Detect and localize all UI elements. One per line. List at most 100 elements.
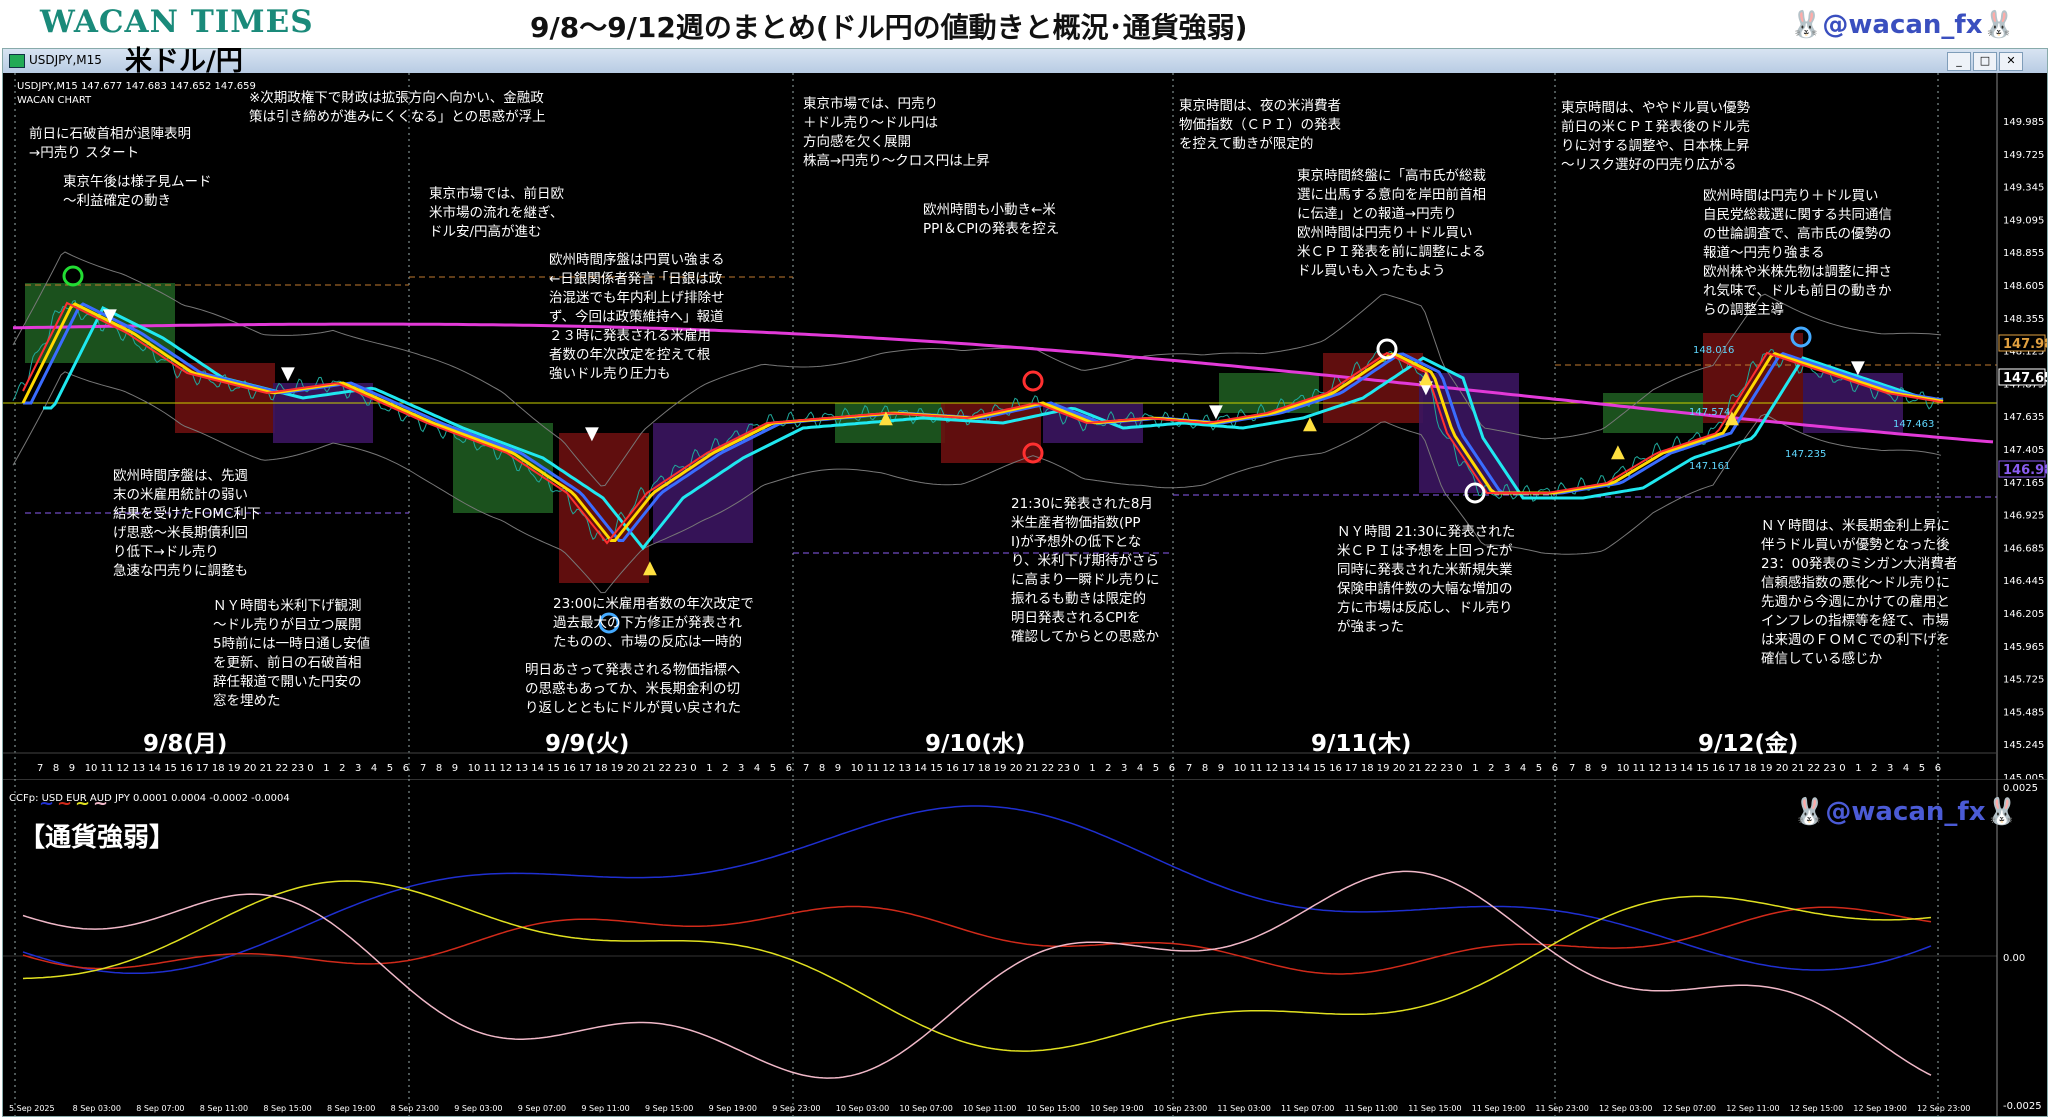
hour-tick: 19 (994, 763, 1007, 774)
hour-tick: 21 (1409, 763, 1422, 774)
hour-tick: 5 (1153, 763, 1159, 774)
hour-tick: 9 (452, 763, 458, 774)
hour-tick: 17 (1728, 763, 1741, 774)
restore-button[interactable]: □ (1973, 52, 1997, 71)
osc-axis-label: 0.00 (2003, 953, 2025, 964)
hour-tick: 2 (1871, 763, 1877, 774)
day-label-fri: 9/12(金) (1698, 731, 1799, 757)
time-axis-label: 12 Sep 19:00 (1853, 1104, 1906, 1113)
currency-strength-chart[interactable]: 0.0025 0.00 -0.0025 5 Sep 2025 8 Sep 03:00 8… (3, 779, 2047, 1116)
hour-tick: 2 (1105, 763, 1111, 774)
hour-tick: 6 (403, 763, 409, 774)
hour-tick: 19 (1760, 763, 1773, 774)
hour-tick: 22 (1042, 763, 1055, 774)
hour-tick: 20 (1393, 763, 1406, 774)
window-titlebar[interactable]: USDJPY,M15 米ドル/円 _ □ ✕ (3, 48, 2047, 75)
hour-tick: 7 (37, 763, 43, 774)
symbol-info: USDJPY,M15 147.677 147.683 147.652 147.6… (17, 81, 256, 92)
minimize-button[interactable]: _ (1947, 52, 1971, 71)
hour-tick: 4 (754, 763, 760, 774)
annotation: ※次期政権下で財政は拡張方向へ向かい、金融政 策は引き締めが進みにくくなる」との… (249, 90, 546, 125)
hour-tick: 21 (260, 763, 273, 774)
time-axis-label: 10 Sep 07:00 (899, 1104, 952, 1113)
annotation: 東京市場では、円売り ＋ドル売り～ドル円は 方向感を欠く展開 株高→円売り～クロ… (803, 96, 990, 169)
time-axis-label: 8 Sep 03:00 (73, 1104, 121, 1113)
annotation: 明日あさって発表される物価指標へ の思惑もあってか、米長期金利の切 り返しととも… (525, 662, 741, 716)
hour-tick: 22 (1425, 763, 1438, 774)
price-marker-label: 146.98 (2003, 463, 2047, 478)
hour-tick: 20 (1776, 763, 1789, 774)
hour-tick: 13 (132, 763, 145, 774)
time-axis-label: 11 Sep 15:00 (1408, 1104, 1461, 1113)
indicator-label: WACAN CHART (17, 95, 92, 106)
hour-tick: 7 (420, 763, 426, 774)
time-axis-label: 10 Sep 23:00 (1154, 1104, 1207, 1113)
time-axis-label: 10 Sep 11:00 (963, 1104, 1016, 1113)
annotation: 東京市場では、前日欧 米市場の流れを継ぎ、 ドル安/円高が進む (429, 186, 564, 240)
time-axis-label: 10 Sep 19:00 (1090, 1104, 1143, 1113)
hour-tick: 8 (1585, 763, 1591, 774)
hour-tick: 17 (579, 763, 592, 774)
hour-tick: 8 (53, 763, 59, 774)
hour-tick: 9 (69, 763, 75, 774)
hour-tick: 1 (1855, 763, 1861, 774)
annotation: 東京時間は、ややドル買い優勢 前日の米ＣＰＩ発表後のドル売 りに対する調整や、日… (1561, 100, 1750, 173)
time-axis-label: 11 Sep 23:00 (1535, 1104, 1588, 1113)
close-button[interactable]: ✕ (1999, 52, 2023, 71)
price-axis-label: 146.445 (2003, 576, 2044, 587)
buy-arrow-icon: ▲ (879, 407, 893, 428)
hour-tick: 16 (563, 763, 576, 774)
hour-tick: 11 (1633, 763, 1646, 774)
hour-tick: 8 (436, 763, 442, 774)
price-marker-label: 147.659 (2003, 371, 2047, 386)
time-axis-label: 12 Sep 11:00 (1726, 1104, 1779, 1113)
price-marker-label: 147.98 (2003, 337, 2047, 352)
hour-tick: 4 (371, 763, 377, 774)
price-axis-label: 145.965 (2003, 642, 2044, 653)
hour-tick: 15 (547, 763, 560, 774)
hour-tick: 14 (531, 763, 544, 774)
sell-arrow-icon: ▼ (103, 305, 117, 326)
price-tag: 148.016 (1693, 345, 1735, 356)
time-axis-label: 5 Sep 2025 (9, 1104, 55, 1113)
hour-tick: 8 (819, 763, 825, 774)
sell-arrow-icon: ▼ (585, 423, 599, 444)
hour-tick: 10 (85, 763, 98, 774)
hour-tick: 4 (1137, 763, 1143, 774)
hour-tick: 16 (1329, 763, 1342, 774)
price-axis-label: 145.485 (2003, 707, 2044, 718)
hour-tick: 5 (770, 763, 776, 774)
time-axis-label: 8 Sep 07:00 (136, 1104, 184, 1113)
hour-tick: 16 (946, 763, 959, 774)
chart-window: USDJPY,M15 米ドル/円 _ □ ✕ ▼ ▼ ▼ ▼ ▼ ▼ ▲ ▲ ▲ ▲ ▲ ▲ 149.… (2, 48, 2048, 1117)
time-axis-label: 8 Sep 15:00 (263, 1104, 311, 1113)
hour-tick: 11 (1250, 763, 1263, 774)
hour-tick: 14 (1680, 763, 1693, 774)
annotation: 欧州時間序盤は、先週 末の米雇用統計の弱い 結果を受けたFOMC利下 げ思惑～米… (113, 468, 261, 579)
hour-tick: 3 (355, 763, 361, 774)
annotation: 欧州時間も小動き←米 PPI＆CPIの発表を控え (923, 202, 1060, 237)
hour-tick: 14 (914, 763, 927, 774)
hour-tick: 7 (1186, 763, 1192, 774)
hour-tick: 6 (786, 763, 792, 774)
hour-tick: 10 (468, 763, 481, 774)
hour-tick: 20 (1010, 763, 1023, 774)
hour-tick: 1 (323, 763, 329, 774)
buy-arrow-icon: ▲ (1303, 413, 1317, 434)
hour-tick: 15 (164, 763, 177, 774)
price-tag: 147.463 (1893, 419, 1935, 430)
annotation: 東京時間は、夜の米消費者 物価指数（ＣＰＩ）の発表 を控えて動きが限定的 (1179, 98, 1341, 152)
price-axis-label: 147.165 (2003, 478, 2044, 489)
price-axis-label: 145.725 (2003, 675, 2044, 686)
session-box (1219, 373, 1319, 413)
day-label-mon: 9/8(月) (143, 731, 228, 757)
annotation: ＮＹ時間は、米長期金利上昇に 伴うドル買いが優勢となった後 23：00発表のミシ… (1761, 518, 1958, 667)
window-title: USDJPY,M15 (29, 53, 102, 67)
hour-tick: 14 (148, 763, 161, 774)
hour-tick: 20 (627, 763, 640, 774)
annotation: 前日に石破首相が退陣表明 →円売り スタート (29, 126, 191, 161)
chart-window-icon (9, 54, 25, 68)
annotation: 23:00に米雇用者数の年次改定で 過去最大の下方修正が発表され たものの、市場… (553, 596, 754, 650)
time-axis-label: 8 Sep 11:00 (200, 1104, 248, 1113)
hour-tick: 16 (1712, 763, 1725, 774)
